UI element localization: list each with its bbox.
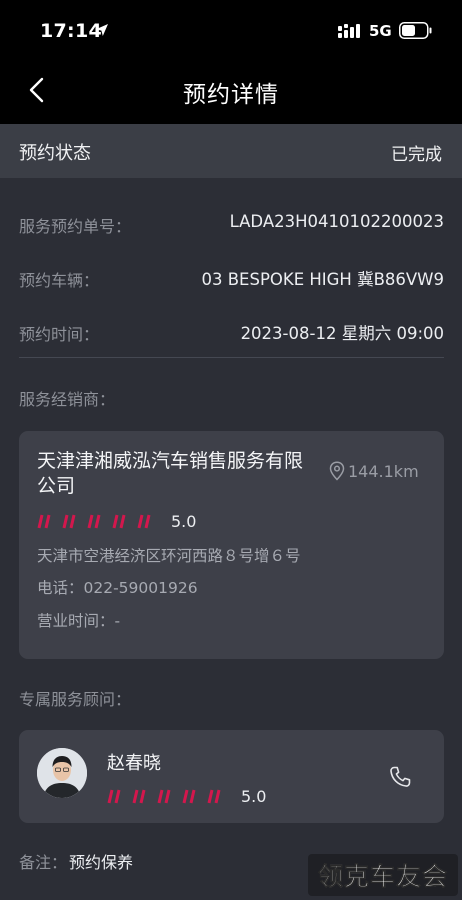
dealer-rating-score: 5.0 — [171, 512, 197, 531]
rating-mark-icon — [182, 789, 196, 804]
dealer-phone[interactable]: 电话：022-59001926 — [37, 576, 198, 598]
appointment-status-row: 预约状态 已完成 — [0, 124, 462, 178]
rating-mark-icon — [157, 789, 171, 804]
signal-icon — [338, 24, 360, 38]
order-number-row: 服务预约单号： LADA23H0410102200023 — [19, 209, 444, 239]
dealer-name: 天津津湘威泓汽车销售服务有限公司 — [37, 450, 304, 497]
appointment-time-value: 2023-08-12 星期六 09:00 — [240, 324, 444, 343]
appointment-time-label: 预约时间： — [19, 325, 100, 344]
location-pin-icon — [329, 461, 345, 481]
nav-bar: 预约详情 — [0, 58, 462, 124]
status-label: 预约状态 — [19, 143, 91, 164]
status-time: 17:14 — [40, 20, 102, 42]
dealer-address: 天津市空港经济区环河西路８号增６号 — [37, 547, 301, 565]
battery-icon — [399, 22, 432, 39]
divider — [19, 357, 444, 358]
location-arrow-icon — [96, 24, 108, 36]
rating-mark-icon — [112, 514, 126, 529]
rating-mark-icon — [37, 514, 51, 529]
dealer-section-label: 服务经销商： — [19, 390, 116, 409]
order-number-label: 服务预约单号： — [19, 217, 132, 236]
advisor-card: 赵春晓 5.0 — [19, 730, 444, 823]
distance-value: 144.1km — [348, 461, 419, 481]
order-number-value: LADA23H0410102200023 — [229, 212, 444, 231]
vehicle-value: 03 BESPOKE HIGH 冀B86VW9 — [201, 270, 444, 289]
dealer-distance[interactable]: 144.1km — [329, 461, 419, 481]
rating-mark-icon — [62, 514, 76, 529]
remark-label: 备注： — [19, 853, 68, 872]
network-type: 5G — [369, 22, 392, 40]
remark-row: 备注： 预约保养 — [19, 849, 133, 873]
advisor-name: 赵春晓 — [107, 753, 161, 774]
advisor-rating-score: 5.0 — [241, 787, 267, 806]
dealer-hours: 营业时间：- — [37, 612, 121, 630]
advisor-section-label: 专属服务顾问： — [19, 690, 132, 709]
vehicle-label: 预约车辆： — [19, 271, 100, 290]
vehicle-row: 预约车辆： 03 BESPOKE HIGH 冀B86VW9 — [19, 263, 444, 293]
status-bar: 17:14 5G — [0, 0, 462, 58]
page-title: 预约详情 — [183, 82, 279, 108]
watermark-text: 领克车友会 — [317, 862, 448, 892]
dealer-card[interactable]: 天津津湘威泓汽车销售服务有限公司 144.1km 5.0 天津市空港经济区环河西… — [19, 431, 444, 659]
status-value: 已完成 — [391, 145, 442, 165]
phone-icon[interactable] — [388, 765, 412, 789]
avatar — [37, 748, 87, 798]
remark-value: 预约保养 — [69, 853, 134, 872]
advisor-rating: 5.0 — [107, 787, 266, 806]
rating-mark-icon — [87, 514, 101, 529]
rating-mark-icon — [132, 789, 146, 804]
rating-mark-icon — [137, 514, 151, 529]
dealer-rating: 5.0 — [37, 512, 196, 531]
rating-mark-icon — [207, 789, 221, 804]
rating-mark-icon — [107, 789, 121, 804]
watermark: 领克车友会 — [308, 854, 458, 896]
appointment-time-row: 预约时间： 2023-08-12 星期六 09:00 — [19, 317, 444, 347]
